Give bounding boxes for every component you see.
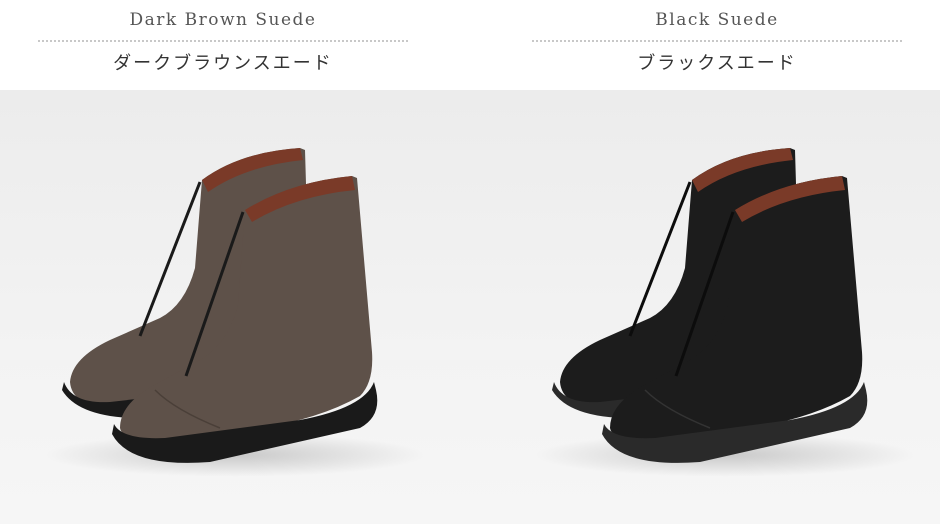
boot-front xyxy=(602,176,868,463)
variant-name-jp: ブラックスエード xyxy=(637,53,797,74)
product-color-comparison: Dark Brown Suede ダークブラウンスエード Black Suede… xyxy=(0,0,940,524)
dotted-divider xyxy=(532,40,902,42)
color-variant-header: Dark Brown Suede ダークブラウンスエード Black Suede… xyxy=(0,0,940,90)
variant-heading-black: Black Suede ブラックスエード xyxy=(532,0,902,90)
variant-name-jp: ダークブラウンスエード xyxy=(113,53,333,74)
variant-name-en: Black Suede xyxy=(655,10,779,30)
variant-heading-dark-brown: Dark Brown Suede ダークブラウンスエード xyxy=(38,0,408,90)
product-photo xyxy=(0,90,940,524)
boot-pair-dark-brown xyxy=(45,148,425,477)
boots-illustration xyxy=(45,148,915,477)
boot-front xyxy=(112,176,378,463)
boot-pair-black xyxy=(535,148,915,477)
variant-name-en: Dark Brown Suede xyxy=(129,10,317,30)
dotted-divider xyxy=(38,40,408,42)
